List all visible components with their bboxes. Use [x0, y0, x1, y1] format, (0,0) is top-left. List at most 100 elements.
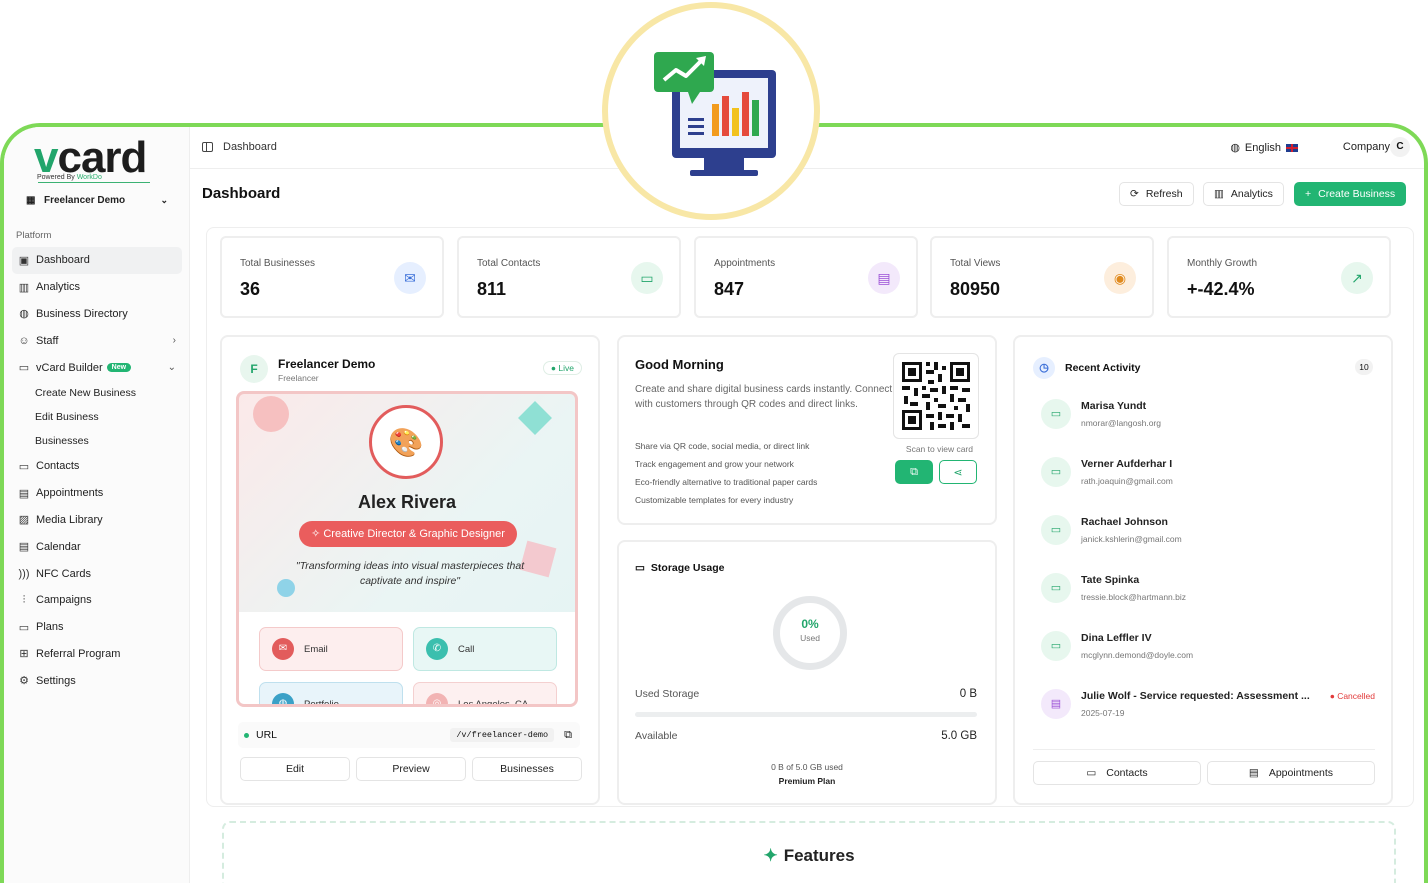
businesses-button[interactable]: Businesses: [472, 757, 582, 781]
copy-link-button[interactable]: ⧉: [895, 460, 933, 484]
sidebar-toggle-icon[interactable]: [202, 142, 213, 152]
copy-icon: ⧉: [910, 466, 918, 478]
avatar[interactable]: C: [1390, 137, 1410, 157]
list-item[interactable]: ▭ Rachael Johnson janick.kshlerin@gmail.co…: [1041, 515, 1371, 555]
signal-icon: ⫶: [22, 593, 26, 606]
analytics-hero-illustration: [602, 2, 820, 220]
edit-button[interactable]: Edit: [240, 757, 350, 781]
analytics-button[interactable]: ▥ Analytics: [1203, 182, 1284, 206]
sidebar-item-label: Create New Business: [35, 386, 136, 399]
greeting-title: Good Morning: [635, 357, 724, 372]
hard-drive-icon: ▭: [635, 562, 645, 574]
stat-total-views[interactable]: Total Views 80950 ◉: [930, 236, 1154, 318]
available-label: Available: [635, 730, 678, 742]
storage-ring-gauge: 0% Used: [773, 596, 847, 670]
activity-name: Verner Aufderhar I: [1081, 458, 1173, 470]
recent-activity-card: ◷ Recent Activity 10 ▭ Marisa Yundt nmorar@…: [1013, 335, 1393, 805]
status-label: Cancelled: [1337, 691, 1375, 701]
preview-role: Creative Director & Graphic Designer: [323, 528, 505, 540]
logo-underline: [38, 182, 150, 183]
refresh-label: Refresh: [1145, 188, 1183, 200]
sidebar-item-label: Contacts: [36, 460, 80, 473]
sidebar-item-settings[interactable]: ⚙ Settings: [12, 667, 182, 694]
sidebar-item-calendar[interactable]: ▤ Calendar: [12, 533, 182, 560]
list-item[interactable]: ▤ Julie Wolf - Service requested: Assessm…: [1041, 689, 1375, 729]
storage-summary: 0 B of 5.0 GB used: [771, 762, 843, 772]
users-icon: ☺: [18, 334, 30, 347]
globe-icon: ◍: [272, 693, 294, 704]
preview-email-button[interactable]: ✉ Email: [259, 627, 403, 671]
status-label: Live: [558, 363, 574, 373]
share-button[interactable]: ⋖: [939, 460, 977, 484]
sidebar-item-plans[interactable]: ▭ Plans: [12, 614, 182, 641]
stat-monthly-growth[interactable]: Monthly Growth +-42.4% ↗: [1167, 236, 1391, 318]
activity-detail: tressie.block@hartmann.biz: [1081, 592, 1187, 602]
sidebar-item-label: Campaigns: [36, 594, 92, 607]
preview-location-button[interactable]: ◎ Los Angeles, CA: [413, 682, 557, 704]
copy-icon[interactable]: ⧉: [564, 729, 572, 742]
language-selector[interactable]: ◍ English: [1230, 141, 1298, 154]
list-item: Eco-friendly alternative to traditional …: [635, 477, 818, 487]
preview-portfolio-button[interactable]: ◍ Portfolio: [259, 682, 403, 704]
create-business-button[interactable]: + Create Business: [1294, 182, 1407, 206]
sidebar-item-contacts[interactable]: ▭ Contacts: [12, 453, 182, 480]
decor-diamond: [518, 401, 552, 435]
sidebar-item-businesses[interactable]: Businesses: [12, 429, 182, 453]
list-item[interactable]: ▭ Dina Leffler IV mcglynn.demond@doyle.com: [1041, 631, 1371, 671]
sidebar-item-media-library[interactable]: ▨ Media Library: [12, 507, 182, 534]
appointments-label: Appointments: [1268, 767, 1334, 779]
available-row: Available 5.0 GB: [635, 730, 977, 742]
recent-activity-title: ◷ Recent Activity: [1033, 357, 1140, 379]
sidebar-item-analytics[interactable]: ▥ Analytics: [12, 274, 182, 301]
sidebar-item-nfc-cards[interactable]: ))) NFC Cards: [12, 560, 182, 587]
stat-appointments[interactable]: Appointments 847 ▤: [694, 236, 918, 318]
contacts-button[interactable]: ▭ Contacts: [1033, 761, 1201, 785]
sidebar-item-edit-business[interactable]: Edit Business: [12, 405, 182, 429]
sidebar-item-campaigns[interactable]: ⫶ Campaigns: [12, 587, 182, 614]
sidebar-item-staff[interactable]: ☺ Staff ›: [12, 327, 182, 354]
breadcrumb: Dashboard: [202, 141, 277, 153]
gear-icon: ⚙: [19, 675, 29, 688]
contacts-label: Contacts: [1106, 767, 1148, 779]
preview-button[interactable]: Preview: [356, 757, 466, 781]
chat-icon: ▭: [18, 460, 30, 473]
workspace-selector[interactable]: ▦ Freelancer Demo ⌄: [26, 191, 168, 209]
email-label: Email: [304, 643, 328, 655]
nav-heading: Platform: [16, 230, 52, 241]
globe-icon: ◍: [19, 308, 29, 321]
url-path[interactable]: /v/freelancer-demo: [450, 728, 555, 742]
preview-call-button[interactable]: ✆ Call: [413, 627, 557, 671]
appointments-button[interactable]: ▤ Appointments: [1207, 761, 1375, 785]
sidebar-item-vcard-builder[interactable]: ▭ vCard Builder New ⌄: [12, 354, 182, 381]
call-label: Call: [458, 643, 475, 655]
sidebar-item-business-directory[interactable]: ◍ Business Directory: [12, 301, 182, 328]
list-item[interactable]: ▭ Tate Spinka tressie.block@hartmann.biz: [1041, 573, 1371, 613]
stat-value: 36: [240, 279, 261, 299]
create-business-label: Create Business: [1318, 188, 1396, 200]
qr-code[interactable]: [893, 353, 979, 439]
language-label: English: [1244, 141, 1281, 154]
activity-name: Marisa Yundt: [1081, 400, 1147, 412]
sidebar-item-dashboard[interactable]: ▣ Dashboard: [12, 247, 182, 274]
vcard-preview[interactable]: 🎨 Alex Rivera ✧ Creative Director & Grap…: [236, 391, 578, 707]
refresh-button[interactable]: ⟳ Refresh: [1119, 182, 1194, 206]
sidebar-item-create-new-business[interactable]: Create New Business: [12, 381, 182, 405]
activity-name: Rachael Johnson: [1081, 516, 1168, 528]
grid-icon: ▣: [18, 254, 30, 267]
stat-total-contacts[interactable]: Total Contacts 811 ▭: [457, 236, 681, 318]
palette-icon: 🎨: [369, 405, 443, 479]
activity-count-badge: 10: [1355, 359, 1373, 375]
status-badge: ● Live: [542, 361, 582, 375]
list-item[interactable]: ▭ Verner Aufderhar I rath.joaquin@gmail.co…: [1041, 457, 1371, 497]
list-item[interactable]: ▭ Marisa Yundt nmorar@langosh.org: [1041, 399, 1371, 439]
stat-total-businesses[interactable]: Total Businesses 36 ✉: [220, 236, 444, 318]
plus-icon: +: [1305, 188, 1312, 200]
sidebar-item-referral-program[interactable]: ⊞ Referral Program: [12, 641, 182, 668]
live-dot: [244, 732, 249, 738]
preview-role-pill: ✧ Creative Director & Graphic Designer: [299, 521, 517, 547]
sidebar-item-label: Calendar: [36, 540, 81, 553]
list-item: Track engagement and grow your network: [635, 459, 794, 469]
company-label[interactable]: Company: [1343, 141, 1390, 153]
sidebar-item-appointments[interactable]: ▤ Appointments: [12, 480, 182, 507]
sidebar-item-label: Businesses: [35, 434, 89, 447]
